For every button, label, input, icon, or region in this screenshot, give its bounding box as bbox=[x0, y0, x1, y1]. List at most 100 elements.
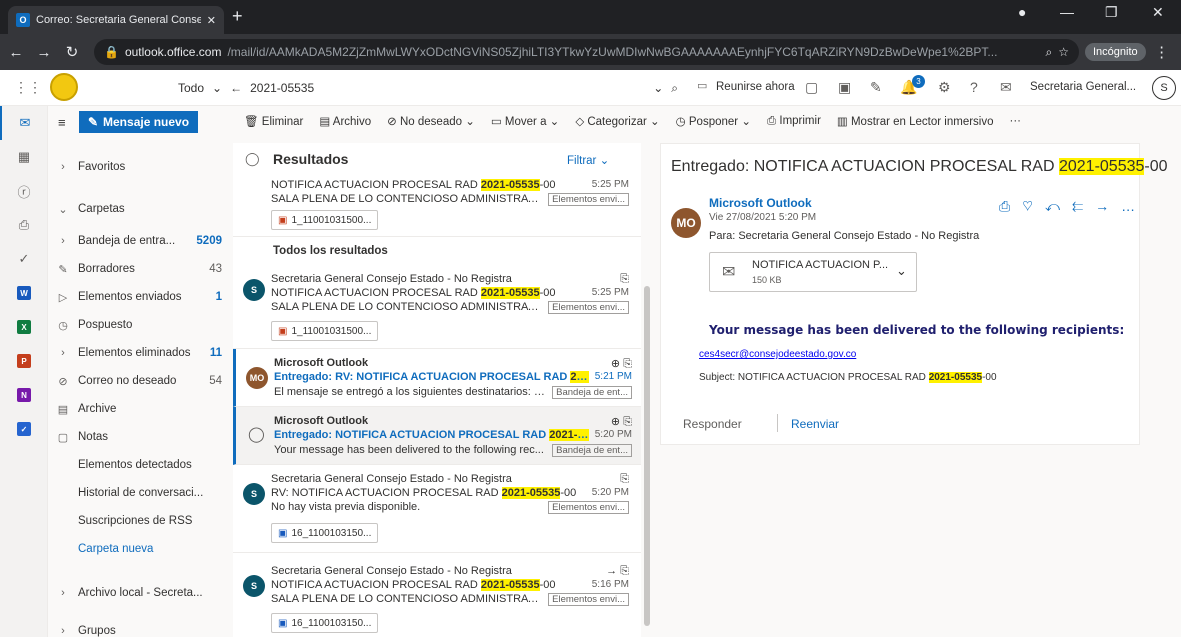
attachment-card[interactable]: ✉ NOTIFICA ACTUACION P... 150 KB ⌄ bbox=[709, 252, 917, 292]
reply-button[interactable]: Responder bbox=[683, 417, 742, 431]
new-tab-icon[interactable]: + bbox=[232, 6, 243, 27]
settings-icon[interactable]: ⚙ bbox=[938, 79, 951, 96]
search-box[interactable]: Todo ⌄ ← 2021-05535 ⌄ ⌕ bbox=[178, 75, 678, 101]
attachment-chip[interactable]: ▣ 16_1100103150... bbox=[271, 523, 379, 543]
more-icon[interactable]: … bbox=[1121, 198, 1147, 214]
app-launcher-icon[interactable]: ⋮⋮ bbox=[14, 79, 42, 96]
user-name[interactable]: Secretaria General... bbox=[1030, 81, 1136, 93]
url-field[interactable]: 🔒 outlook.office.com /mail/id/AAMkADA5M2… bbox=[94, 39, 1079, 65]
close-tab-icon[interactable]: ✕ bbox=[207, 14, 216, 27]
back-search-icon[interactable]: ← bbox=[230, 81, 242, 95]
list-item[interactable]: NOTIFICA ACTUACION PROCESAL RAD 2021-055… bbox=[233, 177, 641, 237]
folder-junk[interactable]: ⊘ Correo no deseado 54 bbox=[48, 370, 230, 392]
folder-local-archive[interactable]: › Archivo local - Secreta... bbox=[48, 578, 230, 608]
immersive-reader-button[interactable]: ▥ Mostrar en Lector inmersivo bbox=[837, 114, 994, 128]
todo-app-icon[interactable]: ✓ bbox=[0, 412, 48, 446]
forward-icon[interactable]: → bbox=[1095, 198, 1121, 214]
search-input[interactable]: 2021-05535 bbox=[250, 81, 645, 95]
video-icon[interactable]: ▭ bbox=[697, 79, 707, 92]
browser-tab[interactable]: O Correo: Secretaria General Conse ✕ bbox=[8, 6, 224, 34]
list-item[interactable]: S Secretaria General Consejo Estado - No… bbox=[233, 265, 641, 349]
search-scope[interactable]: Todo bbox=[178, 81, 204, 95]
categorize-button[interactable]: ◇ Categorizar ⌄ bbox=[575, 114, 659, 128]
message-actions[interactable]: ⎙♡↶⇇→… bbox=[999, 198, 1147, 215]
folder-drafts[interactable]: ✎ Borradores 43 bbox=[48, 258, 230, 280]
list-item[interactable]: S Secretaria General Consejo Estado - No… bbox=[233, 465, 641, 553]
minimize-icon[interactable]: — bbox=[1060, 4, 1074, 20]
move-button[interactable]: ▭ Mover a ⌄ bbox=[491, 114, 559, 128]
attachment-chip[interactable]: ▣ 16_1100103150... bbox=[271, 613, 379, 633]
todo-icon[interactable]: ✎ bbox=[870, 79, 882, 96]
like-icon[interactable]: ♡ bbox=[1022, 198, 1045, 214]
restore-icon[interactable]: ❐ bbox=[1105, 4, 1118, 21]
folder-rss[interactable]: Suscripciones de RSS bbox=[48, 510, 230, 532]
folder-detected[interactable]: Elementos detectados bbox=[48, 454, 230, 476]
list-item[interactable]: MO Microsoft Outlook ⊕ ⎘ Entregado: RV: N… bbox=[233, 349, 641, 407]
zoom-icon[interactable]: ⌕ bbox=[1046, 45, 1053, 60]
folder-deleted[interactable]: › Elementos eliminados 11 bbox=[48, 342, 230, 364]
onenote-app-icon[interactable]: N bbox=[0, 378, 48, 412]
star-icon[interactable]: ☆ bbox=[1058, 45, 1069, 59]
select-all-icon[interactable]: ◯ bbox=[245, 151, 260, 167]
subject: Entregado: RV: NOTIFICA ACTUACION PROCES… bbox=[274, 371, 589, 383]
meet-now-button[interactable]: Reunirse ahora bbox=[716, 81, 795, 93]
back-icon[interactable]: ← bbox=[4, 44, 28, 61]
help-icon[interactable]: ? bbox=[970, 79, 978, 95]
forward-button[interactable]: Reenviar bbox=[791, 417, 839, 431]
close-window-icon[interactable]: ✕ bbox=[1152, 4, 1164, 21]
folder-notes[interactable]: ▢ Notas bbox=[48, 426, 230, 448]
list-item[interactable]: S Secretaria General Consejo Estado - No… bbox=[233, 553, 641, 637]
chevron-down-icon[interactable]: ⌄ bbox=[896, 263, 907, 279]
folder-carpetas[interactable]: ⌄ Carpetas bbox=[48, 194, 230, 224]
new-message-button[interactable]: ✎ Mensaje nuevo bbox=[79, 111, 198, 133]
postpone-button[interactable]: ◷ Posponer ⌄ bbox=[676, 114, 751, 128]
reply-all-icon[interactable]: ⇇ bbox=[1072, 198, 1095, 214]
list-item-selected[interactable]: ◯ Microsoft Outlook ⊕ ⎘ Entregado: NOTIFI… bbox=[233, 407, 641, 465]
feedback-icon[interactable]: ✉ bbox=[1000, 79, 1012, 96]
chevron-down-icon[interactable]: ⌄ bbox=[212, 81, 222, 95]
sender-name[interactable]: Microsoft Outlook bbox=[709, 196, 812, 210]
junk-button[interactable]: ⊘ No deseado ⌄ bbox=[387, 114, 475, 128]
select-checkbox-icon[interactable]: ◯ bbox=[248, 425, 265, 443]
people-icon[interactable]: ⓡ bbox=[0, 174, 48, 208]
hamburger-icon[interactable]: ≡ bbox=[58, 115, 66, 130]
attachments-icon[interactable]: ⎙ bbox=[0, 208, 48, 242]
folder-postponed[interactable]: ◷ Pospuesto bbox=[48, 314, 230, 336]
excel-app-icon[interactable]: X bbox=[0, 310, 48, 344]
list-scrollbar[interactable] bbox=[644, 286, 650, 626]
teams-icon[interactable]: ▣ bbox=[838, 79, 851, 96]
new-folder-link[interactable]: Carpeta nueva bbox=[48, 538, 230, 560]
forward-icon[interactable]: → bbox=[32, 44, 56, 61]
print-icon[interactable]: ⎙ bbox=[999, 198, 1022, 214]
subject-text: NOTIFICA ACTUACION PROCESAL RAD bbox=[271, 179, 481, 191]
tasks-icon[interactable]: ✓ bbox=[0, 242, 48, 276]
folder-history[interactable]: Historial de conversaci... bbox=[48, 482, 230, 504]
powerpoint-app-icon[interactable]: P bbox=[0, 344, 48, 378]
reload-icon[interactable]: ↻ bbox=[60, 43, 84, 61]
browser-menu-icon[interactable]: ⋮ bbox=[1150, 43, 1174, 61]
archive-button[interactable]: ▤ Archivo bbox=[319, 114, 371, 128]
search-icon[interactable]: ⌕ bbox=[671, 81, 678, 96]
folder-archive[interactable]: ▤ Archive bbox=[48, 398, 230, 420]
reply-icon[interactable]: ↶ bbox=[1045, 198, 1072, 214]
folder-sent[interactable]: ▷ Elementos enviados 1 bbox=[48, 286, 230, 308]
mail-icon[interactable]: ✉ bbox=[0, 106, 48, 140]
folder-groups[interactable]: › Grupos bbox=[48, 620, 230, 637]
recipient-email-link[interactable]: ces4secr@consejodeestado.gov.co bbox=[699, 349, 856, 360]
word-app-icon[interactable]: W bbox=[0, 276, 48, 310]
user-avatar[interactable]: S bbox=[1152, 76, 1176, 100]
attachment-chip[interactable]: ▣ 1_11001031500... bbox=[271, 321, 379, 341]
folder-inbox[interactable]: › Bandeja de entra... 5209 bbox=[48, 230, 230, 252]
delete-button[interactable]: 🗑 Eliminar bbox=[244, 114, 303, 128]
more-actions-button[interactable]: ··· bbox=[1010, 115, 1022, 127]
chat-icon[interactable]: ▢ bbox=[805, 79, 818, 96]
calendar-icon[interactable]: ▦ bbox=[0, 140, 48, 174]
profile-icon[interactable]: ● bbox=[1018, 4, 1026, 20]
folder-favorites[interactable]: › Favoritos bbox=[48, 152, 230, 182]
filter-button[interactable]: Filtrar ⌄ bbox=[567, 153, 609, 167]
chevron-down-icon[interactable]: ⌄ bbox=[653, 81, 663, 95]
excel-icon: X bbox=[17, 320, 31, 334]
incognito-badge[interactable]: Incógnito bbox=[1085, 43, 1146, 61]
print-button[interactable]: ⎙ Imprimir bbox=[767, 115, 821, 128]
attachment-chip[interactable]: ▣ 1_11001031500... bbox=[271, 210, 379, 230]
